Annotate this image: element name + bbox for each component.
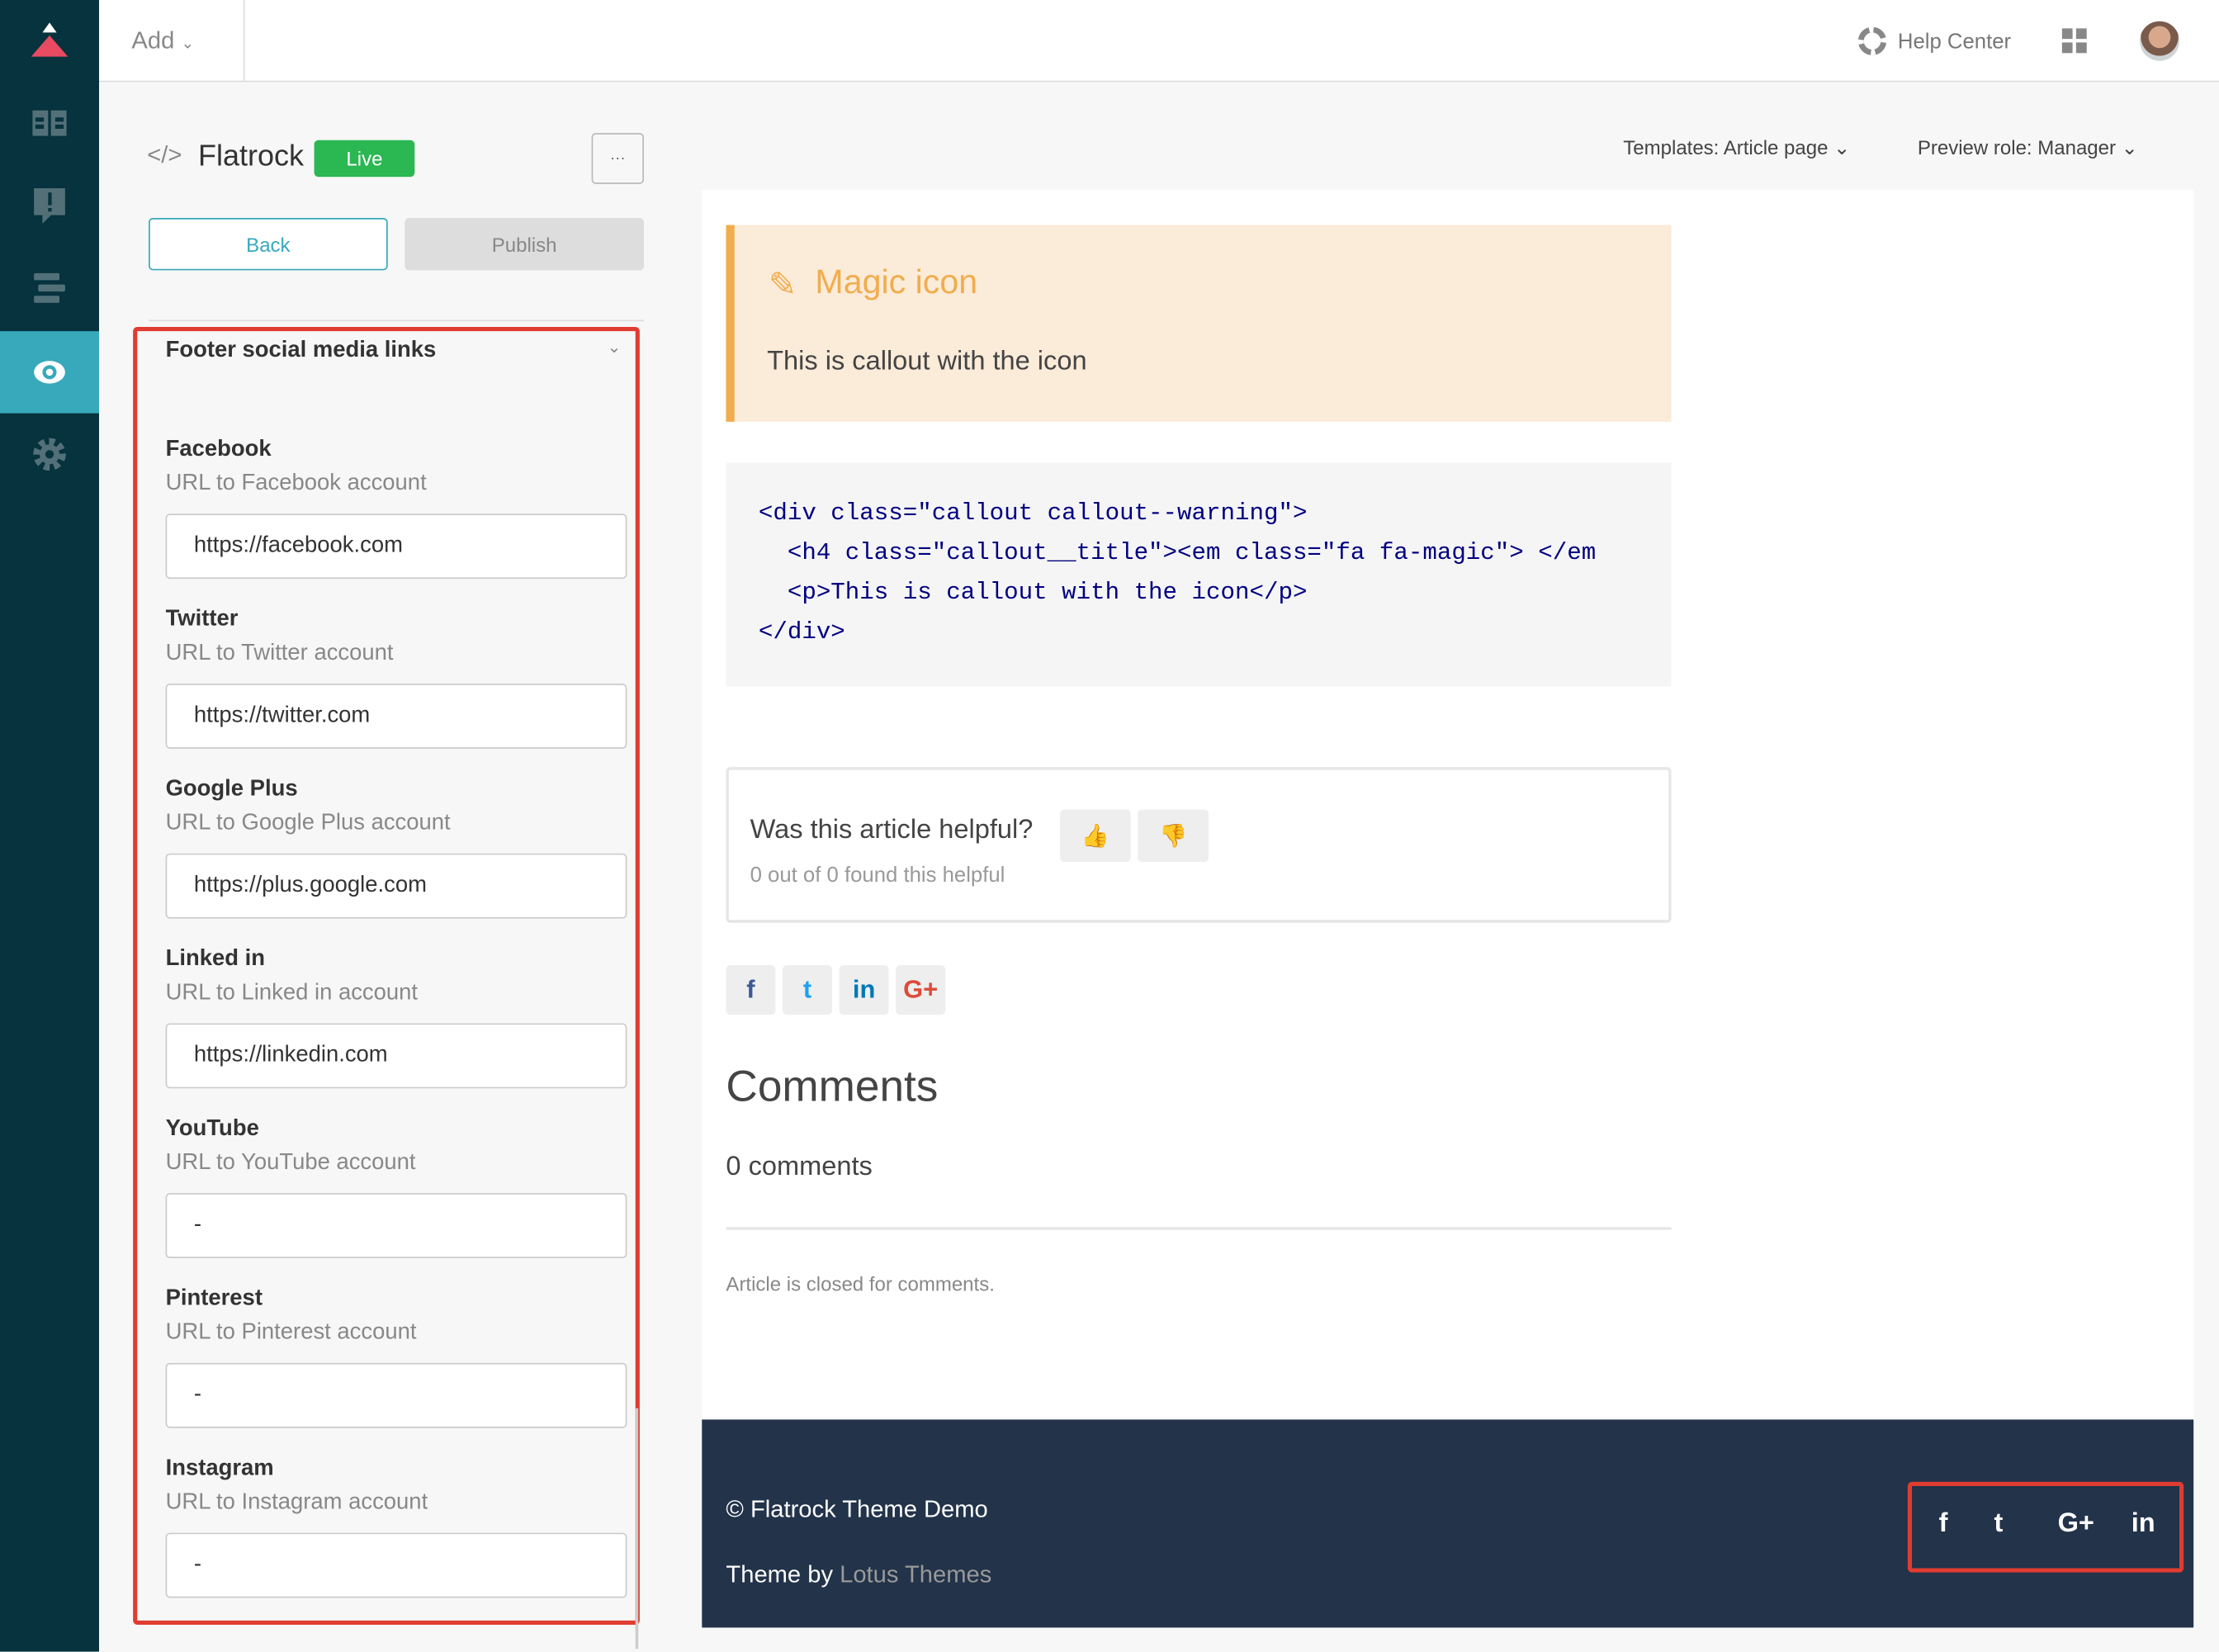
field-label: YouTube xyxy=(165,1116,259,1141)
field-label: Facebook xyxy=(165,437,272,462)
scrollbar[interactable] xyxy=(635,1408,639,1650)
templates-dropdown[interactable]: Templates: Article page ⌄ xyxy=(1623,136,1850,160)
callout-title: Magic icon xyxy=(815,263,978,302)
theme-by-text: Theme by xyxy=(726,1560,834,1588)
callout: ✎ Magic icon This is callout with the ic… xyxy=(726,225,1672,422)
code-line: </div> xyxy=(758,619,845,647)
url-input[interactable]: - xyxy=(165,1532,627,1598)
url-input[interactable]: - xyxy=(165,1362,627,1428)
lifebuoy-icon xyxy=(1857,26,1887,55)
code-line: <p>This is callout with the icon</p> xyxy=(758,580,1308,608)
field-description: URL to Facebook account xyxy=(165,471,427,496)
chevron-down-icon[interactable]: ⌄ xyxy=(607,337,621,357)
help-center-link[interactable]: Help Center xyxy=(1857,26,2012,55)
field-description: URL to Twitter account xyxy=(165,641,394,665)
url-input[interactable]: https://facebook.com xyxy=(165,514,627,580)
footer-facebook-icon[interactable]: f xyxy=(1939,1508,1948,1540)
code-icon: </> xyxy=(147,141,182,169)
share-twitter-button[interactable]: t xyxy=(783,965,833,1015)
thumbs-down-button[interactable]: 👎 xyxy=(1138,809,1209,863)
templates-label: Templates: Article page xyxy=(1623,135,1829,159)
add-label: Add xyxy=(131,26,175,54)
helpful-box: Was this article helpful? 0 out of 0 fou… xyxy=(726,767,1672,923)
live-badge: Live xyxy=(314,140,415,178)
add-menu[interactable]: Add ⌄ xyxy=(131,27,194,55)
url-input[interactable]: https://linkedin.com xyxy=(165,1023,627,1089)
share-facebook-button[interactable]: f xyxy=(726,965,776,1015)
divider xyxy=(149,320,645,322)
publish-button[interactable]: Publish xyxy=(405,218,645,271)
field-label: Linked in xyxy=(165,946,265,972)
url-input[interactable]: - xyxy=(165,1193,627,1259)
code-line: <h4 class="callout__title"><em class="fa… xyxy=(758,540,1597,568)
thumbs-up-button[interactable]: 👍 xyxy=(1060,809,1131,863)
comments-closed-notice: Article is closed for comments. xyxy=(726,1272,995,1295)
user-avatar[interactable] xyxy=(2140,21,2180,61)
arrange-content-icon[interactable] xyxy=(0,246,99,328)
footer-linkedin-icon[interactable]: in xyxy=(2131,1508,2155,1540)
field-label: Pinterest xyxy=(165,1286,263,1311)
magic-wand-icon: ✎ xyxy=(768,266,797,305)
callout-body: This is callout with the icon xyxy=(767,347,1087,377)
preview-role-label: Preview role: Manager xyxy=(1917,135,2116,159)
section-title[interactable]: Footer social media links xyxy=(166,338,437,364)
theme-name: Flatrock xyxy=(198,140,305,173)
share-googleplus-button[interactable]: G+ xyxy=(896,965,946,1015)
chevron-down-icon: ⌄ xyxy=(181,35,195,53)
helpful-count: 0 out of 0 found this helpful xyxy=(750,863,1005,888)
top-bar: Add ⌄ Help Center xyxy=(99,0,2219,83)
url-input[interactable]: https://plus.google.com xyxy=(165,853,627,919)
field-description: URL to YouTube account xyxy=(165,1150,416,1175)
field-description: URL to Google Plus account xyxy=(165,811,451,835)
preview-role-dropdown[interactable]: Preview role: Manager ⌄ xyxy=(1918,136,2138,160)
footer-twitter-icon[interactable]: t xyxy=(1994,1508,2003,1540)
apps-grid-icon[interactable] xyxy=(2061,28,2088,60)
share-linkedin-button[interactable]: in xyxy=(839,965,889,1015)
field-label: Instagram xyxy=(165,1456,274,1481)
helpful-question: Was this article helpful? xyxy=(750,815,1034,845)
field-label: Google Plus xyxy=(165,777,298,802)
comments-count: 0 comments xyxy=(726,1152,873,1182)
footer-copyright: © Flatrock Theme Demo xyxy=(726,1496,988,1523)
code-block: <div class="callout callout--warning"> <… xyxy=(726,462,1672,687)
eye-icon[interactable] xyxy=(0,331,100,414)
guide-book-icon[interactable] xyxy=(0,82,99,163)
divider xyxy=(243,0,245,83)
back-button[interactable]: Back xyxy=(149,218,388,271)
help-center-label: Help Center xyxy=(1897,29,2012,54)
footer-googleplus-icon[interactable]: G+ xyxy=(2058,1508,2094,1540)
field-description: URL to Instagram account xyxy=(165,1490,428,1515)
lotus-themes-link[interactable]: Lotus Themes xyxy=(840,1561,991,1588)
field-description: URL to Pinterest account xyxy=(165,1320,417,1345)
sidebar xyxy=(0,0,100,1652)
gear-icon[interactable] xyxy=(0,414,99,495)
zendesk-logo-icon[interactable] xyxy=(0,0,99,82)
comments-heading: Comments xyxy=(726,1061,939,1111)
feedback-icon[interactable] xyxy=(0,164,99,246)
divider xyxy=(726,1227,1672,1230)
code-line: <div class="callout callout--warning"> xyxy=(758,500,1308,528)
field-label: Twitter xyxy=(165,607,239,632)
more-options-button[interactable]: ··· xyxy=(591,133,645,184)
url-input[interactable]: https://twitter.com xyxy=(165,684,627,749)
field-description: URL to Linked in account xyxy=(165,981,419,1006)
